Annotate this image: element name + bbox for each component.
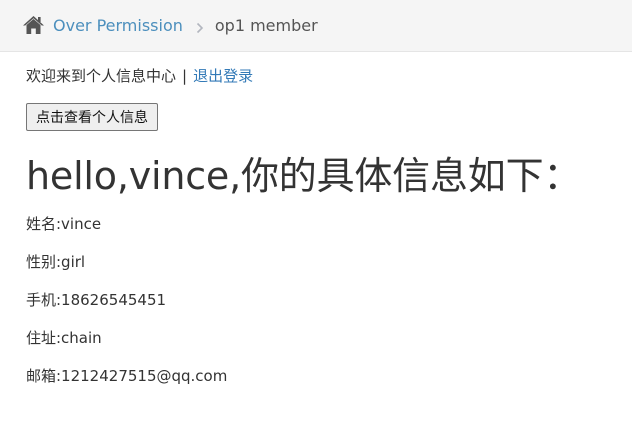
view-profile-button[interactable]: 点击查看个人信息 (26, 103, 158, 131)
breadcrumb-current: op1 member (214, 16, 318, 35)
breadcrumb-home-link[interactable]: Over Permission (53, 16, 183, 35)
info-gender: 性别:girl (26, 253, 86, 271)
info-name: 姓名:vince (26, 215, 102, 233)
home-icon[interactable] (22, 15, 45, 35)
welcome-text: 欢迎来到个人信息中心 (26, 67, 177, 85)
breadcrumb: Over Permission op1 member (0, 0, 632, 52)
info-phone: 手机:18626545451 (26, 291, 167, 309)
welcome-line: 欢迎来到个人信息中心 | 退出登录 (26, 63, 626, 89)
logout-link[interactable]: 退出登录 (193, 67, 253, 85)
main-content: 欢迎来到个人信息中心 | 退出登录 点击查看个人信息 hello,vince,你的具… (26, 63, 626, 387)
page-title: hello,vince,你的具体信息如下： (26, 154, 582, 198)
welcome-divider: | (182, 67, 188, 85)
info-email: 邮箱:1212427515@qq.com (26, 367, 228, 385)
chevron-right-icon (196, 20, 204, 33)
info-address: 住址:chain (26, 329, 102, 347)
